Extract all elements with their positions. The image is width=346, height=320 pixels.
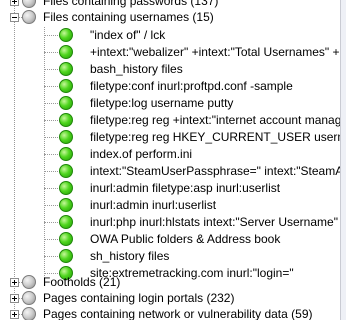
item-dot-icon [59, 215, 73, 229]
item-label: "index of" / lck [90, 28, 166, 42]
category-dot-icon [22, 0, 36, 8]
expand-toggle-icon[interactable] [10, 310, 19, 319]
tree-connector [44, 171, 58, 172]
tree-connector [44, 273, 58, 274]
tree-connector [44, 154, 58, 155]
tree-connector [44, 137, 58, 138]
item-label: filetype:reg reg +intext:"internet accou… [90, 113, 346, 127]
category-label: Footholds (21) [43, 275, 121, 289]
category-dot-icon [22, 307, 36, 320]
tree-connector [44, 256, 58, 257]
category-label: Files containing usernames (15) [43, 10, 214, 24]
item-dot-icon [59, 28, 73, 42]
expand-toggle-icon[interactable] [10, 294, 19, 303]
category-dot-icon [22, 275, 36, 289]
item-label: site:extremetracking.com inurl:"login=" [90, 266, 294, 280]
item-label: filetype:log username putty [90, 96, 234, 110]
item-dot-icon [59, 130, 73, 144]
tree-connector [44, 188, 58, 189]
item-dot-icon [59, 113, 73, 127]
tree-connector [44, 103, 58, 104]
tree-connector [44, 86, 58, 87]
tree-connector [44, 69, 58, 70]
item-dot-icon [59, 198, 73, 212]
item-dot-icon [59, 79, 73, 93]
item-label: inurl:php inurl:hlstats intext:"Server U… [90, 215, 338, 229]
tree-connector [44, 239, 58, 240]
item-dot-icon [59, 62, 73, 76]
item-label: inurl:admin inurl:userlist [90, 198, 217, 212]
tree-root-line [14, 0, 15, 315]
tree-connector [44, 205, 58, 206]
item-dot-icon [59, 147, 73, 161]
category-label: Pages containing network or vulnerabilit… [43, 307, 313, 320]
expand-toggle-icon[interactable] [10, 278, 19, 287]
item-dot-icon [59, 249, 73, 263]
item-label: sh_history files [90, 249, 170, 263]
item-dot-icon [59, 232, 73, 246]
google-dorks-tree-view[interactable]: Files containing passwords (137) Files c… [0, 0, 346, 320]
item-label: filetype:conf inurl:proftpd.conf -sample [90, 79, 293, 93]
tree-connector [44, 35, 58, 36]
tree-connector [44, 52, 58, 53]
item-label: bash_history files [90, 62, 183, 76]
tree-connector [44, 120, 58, 121]
item-dot-icon [59, 164, 73, 178]
category-dot-icon [22, 10, 36, 24]
item-label: inurl:admin filetype:asp inurl:userlist [90, 181, 281, 195]
item-dot-icon [59, 181, 73, 195]
item-dot-icon [59, 96, 73, 110]
vertical-scrollbar[interactable] [340, 0, 346, 320]
category-label: Pages containing login portals (232) [43, 291, 235, 305]
tree-connector [44, 222, 58, 223]
collapse-toggle-icon[interactable] [10, 13, 19, 22]
item-label: +intext:"webalizer" +intext:"Total Usern… [90, 45, 346, 59]
expand-toggle-icon[interactable] [10, 0, 19, 6]
item-dot-icon [59, 45, 73, 59]
category-dot-icon [22, 291, 36, 305]
item-label: OWA Public folders & Address book [90, 232, 281, 246]
category-label: Files containing passwords (137) [43, 0, 219, 8]
item-label: intext:"SteamUserPassphrase=" intext:"St… [90, 164, 346, 178]
item-label: index.of perform.ini [90, 147, 193, 161]
item-label: filetype:reg reg HKEY_CURRENT_USER usern… [90, 130, 346, 144]
